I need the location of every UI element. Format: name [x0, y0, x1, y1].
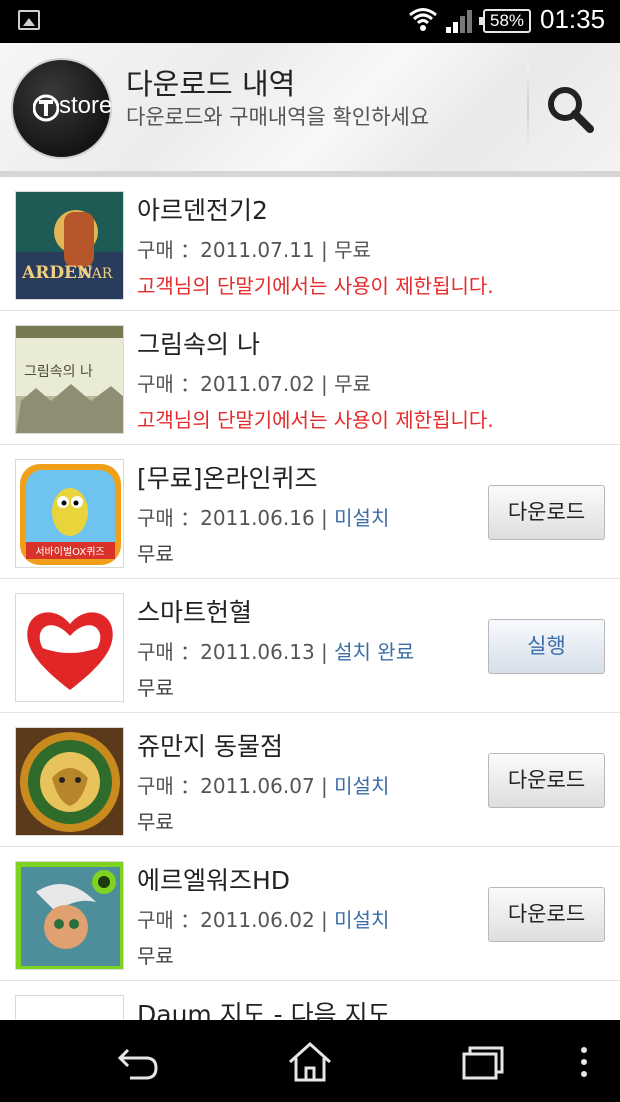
purchase-date: 2011.06.16 [200, 506, 315, 530]
purchase-label: 구매 ： [137, 506, 201, 530]
price-label: 무료 [137, 810, 174, 834]
page-title: 다운로드 내역 [126, 67, 296, 101]
app-name[interactable]: 그림속의 나 [137, 325, 260, 361]
download-button[interactable]: 다운로드 [488, 887, 605, 942]
thumb-text-war: WAR [78, 266, 113, 282]
download-button[interactable]: 다운로드 [488, 753, 605, 808]
logo-text: store [59, 92, 113, 119]
tstore-mark-icon [33, 94, 59, 122]
app-name[interactable]: 아르덴전기2 [137, 191, 268, 227]
app-name[interactable]: 쥬만지 동물점 [137, 727, 283, 763]
purchase-info: 구매 ：2011.06.16 | 미설치 [137, 506, 390, 530]
price-label: 무료 [137, 676, 174, 700]
purchase-label: 구매 ： [137, 774, 201, 798]
thumb-text-sketch: 그림속의 나 [24, 364, 93, 380]
install-status: 설치 완료 [334, 640, 415, 664]
purchase-date: 2011.07.11 [200, 238, 315, 262]
menu-icon[interactable] [566, 1040, 602, 1084]
app-thumbnail: 서바이벌OX퀴즈 [15, 459, 124, 568]
purchase-date: 2011.06.02 [200, 908, 315, 932]
page-subtitle: 다운로드와 구매내역을 확인하세요 [126, 105, 430, 129]
purchase-info: 구매 ：2011.07.02 | 무료 [137, 372, 371, 396]
clock: 01:35 [540, 4, 606, 34]
restriction-notice: 고객님의 단말기에서는 사용이 제한됩니다. [137, 274, 494, 298]
tstore-logo[interactable]: store [11, 58, 112, 159]
app-name[interactable]: [무료]온라인퀴즈 [137, 459, 318, 495]
install-status: 미설치 [334, 908, 390, 932]
app-thumbnail [15, 995, 124, 1020]
run-button[interactable]: 실행 [488, 619, 605, 674]
app-thumbnail [15, 861, 124, 970]
status-bar: 58% 01:35 [0, 0, 620, 43]
purchase-info: 구매 ：2011.06.13 | 설치 완료 [137, 640, 415, 664]
thumb-text-quiz: 서바이벌OX퀴즈 [35, 546, 104, 558]
list-item[interactable]: 그림속의 나 그림속의 나 구매 ：2011.07.02 | 무료 고객님의 단… [0, 311, 620, 445]
app-thumbnail [15, 727, 124, 836]
purchase-info: 구매 ：2011.07.11 | 무료 [137, 238, 371, 262]
list-item[interactable]: 에르엘워즈HD 구매 ：2011.06.02 | 미설치 무료 다운로드 [0, 847, 620, 981]
purchase-label: 구매 ： [137, 238, 201, 262]
signal-icon [446, 10, 472, 33]
install-status: 무료 [334, 372, 371, 396]
app-name[interactable]: 스마트헌혈 [137, 593, 252, 629]
install-status: 무료 [334, 238, 371, 262]
list-item[interactable]: ARDEN WAR 아르덴전기2 구매 ：2011.07.11 | 무료 고객님… [0, 177, 620, 311]
header-divider [527, 61, 529, 157]
price-label: 무료 [137, 542, 174, 566]
download-history-list[interactable]: ARDEN WAR 아르덴전기2 구매 ：2011.07.11 | 무료 고객님… [0, 177, 620, 1020]
gallery-icon [18, 10, 40, 30]
list-item[interactable]: 쥬만지 동물점 구매 ：2011.06.07 | 미설치 무료 다운로드 [0, 713, 620, 847]
wifi-icon [409, 8, 437, 31]
list-item[interactable]: Daum 지도 - 다음 지도 [0, 981, 620, 1020]
purchase-label: 구매 ： [137, 908, 201, 932]
app-thumbnail: 그림속의 나 [15, 325, 124, 434]
app-name[interactable]: 에르엘워즈HD [137, 861, 290, 897]
battery-icon: 58% [479, 9, 531, 33]
app-name[interactable]: Daum 지도 - 다음 지도 [137, 995, 391, 1020]
purchase-label: 구매 ： [137, 372, 201, 396]
app-thumbnail: ARDEN WAR [15, 191, 124, 300]
purchase-info: 구매 ：2011.06.02 | 미설치 [137, 908, 390, 932]
app-thumbnail [15, 593, 124, 702]
navigation-bar [0, 1020, 620, 1102]
home-icon[interactable] [286, 1040, 334, 1084]
purchase-date: 2011.06.07 [200, 774, 315, 798]
purchase-date: 2011.06.13 [200, 640, 315, 664]
install-status: 미설치 [334, 506, 390, 530]
list-item[interactable]: 스마트헌혈 구매 ：2011.06.13 | 설치 완료 무료 실행 [0, 579, 620, 713]
search-icon[interactable] [540, 79, 600, 139]
page-header: store 다운로드 내역 다운로드와 구매내역을 확인하세요 [0, 43, 620, 177]
restriction-notice: 고객님의 단말기에서는 사용이 제한됩니다. [137, 408, 494, 432]
purchase-label: 구매 ： [137, 640, 201, 664]
list-item[interactable]: 서바이벌OX퀴즈 [무료]온라인퀴즈 구매 ：2011.06.16 | 미설치 … [0, 445, 620, 579]
download-button[interactable]: 다운로드 [488, 485, 605, 540]
price-label: 무료 [137, 944, 174, 968]
back-icon[interactable] [114, 1040, 162, 1084]
purchase-info: 구매 ：2011.06.07 | 미설치 [137, 774, 390, 798]
recent-apps-icon[interactable] [458, 1040, 506, 1084]
purchase-date: 2011.07.02 [200, 372, 315, 396]
install-status: 미설치 [334, 774, 390, 798]
